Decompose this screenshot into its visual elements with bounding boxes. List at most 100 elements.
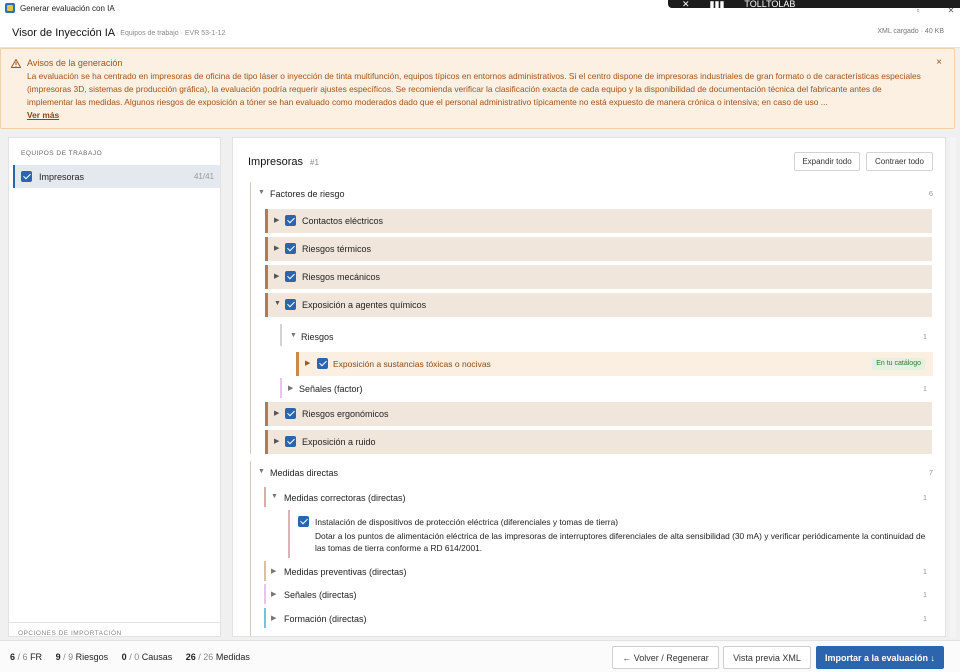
sidebar-item-count: 41/41 bbox=[193, 172, 214, 181]
checkbox[interactable] bbox=[285, 408, 296, 419]
stat-causes: 0 / 0 Causas bbox=[121, 652, 173, 662]
close-icon[interactable]: ✕ bbox=[682, 0, 690, 9]
chevron-right-icon[interactable]: ▶ bbox=[305, 359, 310, 367]
direct-signals-label: Señales (directas) bbox=[284, 590, 357, 600]
warning-icon bbox=[11, 59, 21, 68]
direct-measures-section[interactable]: ▼ Medidas directas 7 bbox=[250, 461, 933, 636]
back-regenerate-button[interactable]: ← Volver / Regenerar bbox=[612, 646, 719, 669]
factor-row[interactable]: ▶ Riesgos térmicos bbox=[265, 237, 932, 261]
restore-icon[interactable]: ▫ bbox=[913, 6, 923, 16]
section-count: 6 bbox=[928, 189, 933, 198]
factor-signals-group[interactable]: ▶ Señales (factor) 1 bbox=[280, 378, 933, 400]
import-button[interactable]: Importar a la evaluación ↓ bbox=[816, 646, 944, 669]
banner-title: Avisos de la generación bbox=[27, 58, 123, 68]
section-count: 7 bbox=[928, 468, 933, 477]
catalog-badge: En tu catálogo bbox=[872, 358, 925, 370]
factor-label: Riesgos térmicos bbox=[302, 244, 372, 254]
direct-signals-group[interactable]: ▶ Señales (directas) 1 bbox=[264, 584, 933, 606]
factor-row[interactable]: ▶ Contactos eléctricos bbox=[265, 209, 932, 233]
equipment-title: Impresoras bbox=[248, 156, 304, 168]
signals-count: 1 bbox=[922, 384, 927, 393]
measure-item[interactable]: Instalación de dispositivos de protecció… bbox=[288, 510, 933, 558]
factor-row-expanded[interactable]: ▼ Exposición a agentes químicos bbox=[265, 293, 932, 317]
risk-factors-section[interactable]: ▼ Factores de riesgo 6 bbox=[250, 182, 933, 454]
factor-row[interactable]: ▶ Riesgos mecánicos bbox=[265, 265, 932, 289]
window-close-icon[interactable]: ✕ bbox=[946, 6, 956, 16]
training-group[interactable]: ▶ Formación (directas) 1 bbox=[264, 608, 933, 630]
window-title: Generar evaluación con IA bbox=[20, 3, 115, 13]
risk-item-label: Exposición a sustancias tóxicas o nociva… bbox=[333, 359, 491, 369]
factor-row[interactable]: ▶ Riesgos ergonómicos bbox=[265, 402, 932, 426]
signals-label: Señales (factor) bbox=[299, 384, 363, 394]
chevron-right-icon[interactable]: ▶ bbox=[274, 409, 279, 417]
group-line bbox=[280, 324, 282, 346]
warning-banner: Avisos de la generación La evaluación se… bbox=[0, 48, 955, 129]
training-count: 1 bbox=[922, 614, 927, 623]
preventive-count: 1 bbox=[922, 567, 927, 576]
chevron-right-icon[interactable]: ▶ bbox=[271, 614, 276, 622]
corrective-measures-group[interactable]: ▼ Medidas correctoras (directas) 1 bbox=[264, 487, 933, 509]
checkbox[interactable] bbox=[298, 516, 309, 527]
preventive-measures-group[interactable]: ▶ Medidas preventivas (directas) 1 bbox=[264, 561, 933, 583]
chevron-down-icon[interactable]: ▼ bbox=[258, 189, 265, 196]
checkbox[interactable] bbox=[285, 215, 296, 226]
chevron-down-icon[interactable]: ▼ bbox=[271, 493, 278, 500]
checkbox[interactable] bbox=[285, 243, 296, 254]
group-line bbox=[264, 608, 266, 628]
scrollbar[interactable] bbox=[950, 137, 956, 637]
section-line bbox=[250, 182, 251, 454]
xml-status: XML cargado · 40 KB bbox=[877, 28, 944, 35]
page-header: Visor de Inyección IA · Equipos de traba… bbox=[0, 16, 960, 48]
footer-bar: 6 / 6 FR 9 / 9 Riesgos 0 / 0 Causas 26 /… bbox=[0, 640, 960, 672]
factor-label: Exposición a agentes químicos bbox=[302, 300, 427, 310]
factor-label: Contactos eléctricos bbox=[302, 216, 384, 226]
chevron-down-icon[interactable]: ▼ bbox=[290, 332, 297, 339]
stat-risks: 9 / 9 Riesgos bbox=[55, 652, 109, 662]
banner-close-icon[interactable]: × bbox=[936, 57, 942, 68]
chevron-right-icon[interactable]: ▶ bbox=[271, 590, 276, 598]
app-icon bbox=[5, 3, 15, 13]
chevron-right-icon[interactable]: ▶ bbox=[274, 244, 279, 252]
sidebar-heading: EQUIPOS DE TRABAJO bbox=[21, 150, 103, 157]
checkbox[interactable] bbox=[21, 171, 32, 182]
risks-group-label: Riesgos bbox=[301, 332, 334, 342]
checkbox[interactable] bbox=[285, 299, 296, 310]
preventive-label: Medidas preventivas (directas) bbox=[284, 567, 407, 577]
stat-measures: 26 / 26 Medidas bbox=[185, 652, 250, 662]
chevron-right-icon[interactable]: ▶ bbox=[288, 384, 293, 392]
checkbox[interactable] bbox=[317, 358, 328, 369]
checkbox[interactable] bbox=[285, 436, 296, 447]
group-line bbox=[264, 487, 266, 507]
stat-fr: 6 / 6 FR bbox=[10, 652, 43, 662]
detail-panel: Impresoras #1 Expandir todo Contraer tod… bbox=[232, 137, 946, 637]
chevron-right-icon[interactable]: ▶ bbox=[274, 272, 279, 280]
group-line bbox=[280, 378, 282, 398]
expand-all-button[interactable]: Expandir todo bbox=[794, 152, 860, 171]
chevron-right-icon[interactable]: ▶ bbox=[271, 567, 276, 575]
measure-description: Dotar a los puntos de alimentación eléct… bbox=[315, 531, 926, 553]
banner-text: La evaluación se ha centrado en impresor… bbox=[27, 71, 921, 107]
training-label: Formación (directas) bbox=[284, 614, 367, 624]
chevron-right-icon[interactable]: ▶ bbox=[274, 437, 279, 445]
page-title: Visor de Inyección IA bbox=[12, 27, 116, 39]
xml-preview-button[interactable]: Vista previa XML bbox=[723, 646, 811, 669]
sidebar-item-label: Impresoras bbox=[39, 172, 85, 182]
import-options-label: OPCIONES DE IMPORTACIÓN bbox=[18, 630, 122, 637]
signal-icon: ▮▮▮ bbox=[709, 0, 725, 9]
factor-label: Riesgos mecánicos bbox=[302, 272, 381, 282]
import-options-section[interactable]: OPCIONES DE IMPORTACIÓN bbox=[9, 622, 220, 637]
sidebar-item-impresoras[interactable]: Impresoras 41/41 bbox=[13, 165, 220, 188]
factor-label: Exposición a ruido bbox=[302, 437, 376, 447]
checkbox[interactable] bbox=[285, 271, 296, 282]
risks-group[interactable]: ▼ Riesgos 1 bbox=[280, 324, 933, 348]
chevron-down-icon[interactable]: ▼ bbox=[258, 468, 265, 475]
see-more-link[interactable]: Ver más bbox=[27, 110, 59, 120]
section-label: Medidas directas bbox=[270, 468, 339, 478]
corrective-label: Medidas correctoras (directas) bbox=[284, 493, 406, 503]
factor-row[interactable]: ▶ Exposición a ruido bbox=[265, 430, 932, 454]
section-line bbox=[250, 461, 251, 636]
collapse-all-button[interactable]: Contraer todo bbox=[866, 152, 933, 171]
chevron-down-icon[interactable]: ▼ bbox=[274, 300, 281, 307]
risk-item[interactable]: ▶ Exposición a sustancias tóxicas o noci… bbox=[296, 352, 933, 376]
chevron-right-icon[interactable]: ▶ bbox=[274, 216, 279, 224]
